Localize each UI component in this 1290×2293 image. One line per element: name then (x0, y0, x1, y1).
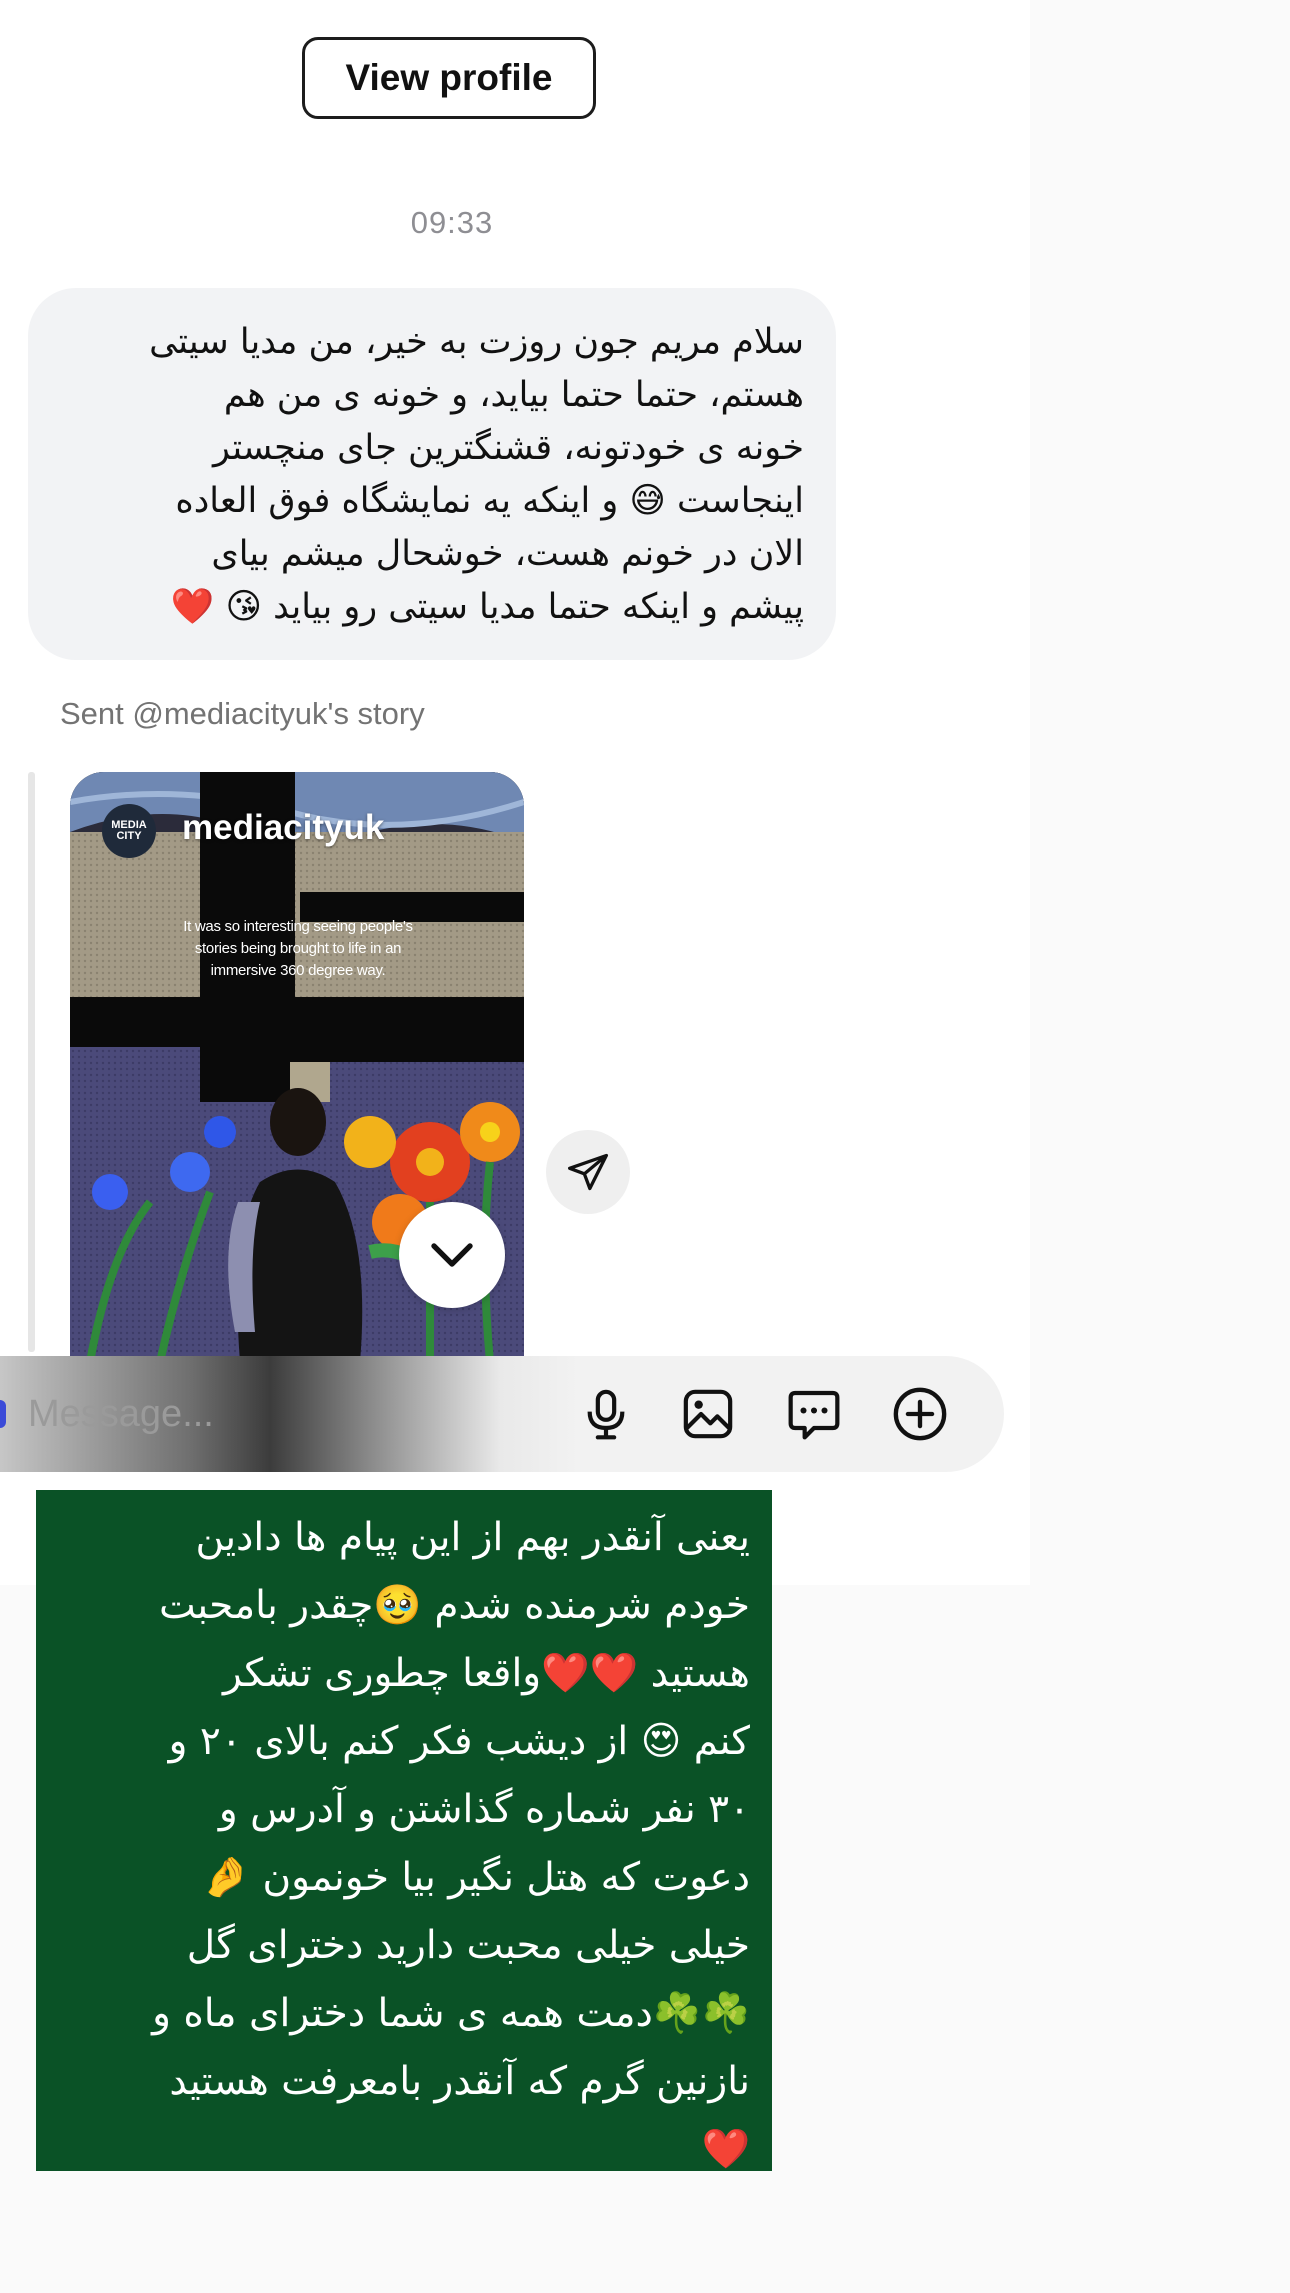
story-username: mediacityuk (182, 808, 385, 847)
message-line: سلام مریم جون روزت به خیر، من مدیا سیتی (149, 322, 804, 362)
message-line: اینجاست 😅 و اینکه یه نمایشگاه فوق العاده (175, 481, 804, 521)
note-line: ❤️ (701, 2127, 750, 2172)
scroll-down-button[interactable] (399, 1202, 505, 1308)
plus-circle-icon (893, 1387, 947, 1441)
sent-story-label: Sent @mediacityuk's story (60, 696, 425, 731)
story-reply-bar (28, 772, 35, 1352)
overlay-text-note: یعنی آنقدر بهم از این پیام ها دادین خودم… (36, 1490, 772, 2172)
message-line: پیشم و اینکه حتما مدیا سیتی رو بیاید 😘 ❤… (170, 587, 804, 627)
share-button[interactable] (546, 1130, 630, 1214)
story-caption: It was so interesting seeing people's st… (183, 918, 413, 979)
message-timestamp: 09:33 (410, 205, 494, 240)
note-line: خودم شرمنده شدم 🥹چقدر بامحبت (159, 1583, 750, 1628)
send-icon (568, 1153, 608, 1191)
chevron-down-icon (431, 1243, 473, 1267)
note-line: نازنین گرم که آنقدر بامعرفت هستید (169, 2059, 750, 2104)
image-icon (683, 1389, 733, 1439)
gallery-button[interactable] (674, 1380, 742, 1448)
sticker-chat-icon (788, 1390, 840, 1440)
received-message-bubble[interactable]: سلام مریم جون روزت به خیر، من مدیا سیتی … (28, 288, 836, 660)
message-line: هستم، حتما حتما بیاید، و خونه ی من هم (223, 375, 804, 415)
view-profile-button[interactable]: View profile (302, 37, 596, 119)
message-line: خونه ی خودتونه، قشنگترین جای منچستر (213, 428, 804, 468)
message-line: الان در خونم هست، خوشحال میشم بیای (211, 534, 804, 574)
note-line: کنم 😍 از دیشب فکر کنم بالای ۲۰ و (168, 1719, 750, 1764)
note-line: دعوت که هتل نگیر بیا خونمون 🤌 (201, 1855, 750, 1900)
note-line: ☘️☘️دمت همه ی شما دخترای ماه و (152, 1991, 750, 2036)
microphone-icon (587, 1389, 625, 1440)
sticker-button[interactable] (780, 1380, 848, 1448)
story-avatar: MEDIA CITY (102, 804, 156, 858)
note-line: ۳۰ نفر شماره گذاشتن و آدرس و (218, 1787, 750, 1832)
note-line: خیلی خیلی محبت دارید دخترای گل (186, 1923, 750, 1968)
note-line: یعنی آنقدر بهم از این پیام ها دادین (195, 1515, 751, 1560)
more-options-button[interactable] (886, 1380, 954, 1448)
note-line: هستید ❤️❤️واقعا چطوری تشکر (223, 1651, 750, 1696)
camera-button-edge[interactable] (0, 1400, 6, 1428)
voice-message-button[interactable] (572, 1380, 640, 1448)
dm-thread-screen: View profile 09:33 سلام مریم جون روزت به… (0, 0, 1290, 2293)
message-input[interactable] (28, 1388, 548, 1440)
